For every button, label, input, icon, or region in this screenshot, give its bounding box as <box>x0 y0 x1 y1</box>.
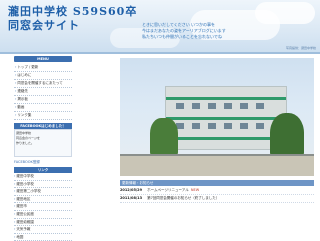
window <box>240 123 248 129</box>
menu-list: ›トップ / 更新 ›はじめに ›同窓会を開催するにあたって ›連絡先 ›掲示板… <box>14 64 72 120</box>
site-title-line2: 同窓会サイト <box>8 19 80 32</box>
link-item-label: 瀧田公民館 <box>16 211 34 216</box>
facebook-box: 瀧田中学校 同窓会のページを 作りました。 <box>14 129 72 157</box>
window <box>256 123 264 129</box>
link-item[interactable]: ›瀧田中学校 <box>14 173 72 181</box>
menu-item-reunion[interactable]: ›同窓会を開催するにあたって <box>14 80 72 88</box>
school-photo <box>120 58 314 176</box>
sidebar: MENU ›トップ / 更新 ›はじめに ›同窓会を開催するにあたって ›連絡先… <box>14 56 72 241</box>
header-message: ときに思いだしてください いつかの事を 今はまだあなたの姿をアーリアブログにいま… <box>142 22 292 40</box>
news-text: ホームページリニューアル <box>147 188 189 192</box>
facebook-text: 作りました。 <box>16 141 35 145</box>
news-heading: 更新情報・お知らせ <box>120 180 314 186</box>
window <box>224 123 232 129</box>
menu-heading: MENU <box>14 56 72 62</box>
window <box>208 103 216 109</box>
window <box>192 103 200 109</box>
building-band <box>166 137 286 140</box>
cloud-decoration <box>255 2 315 24</box>
header-message-line: 私たちいつも仲間がいることを忘れないでね <box>142 34 222 39</box>
tree <box>270 113 304 157</box>
menu-item-contact[interactable]: ›連絡先 <box>14 88 72 96</box>
link-item-label: 天気予報 <box>16 227 31 232</box>
header-divider <box>0 52 320 54</box>
link-item-label: 地図 <box>16 234 24 239</box>
link-item-label: 瀧田市 <box>16 204 27 209</box>
ground <box>120 156 314 176</box>
link-item-label: 瀧田地区 <box>16 196 31 201</box>
menu-item-label: 同窓会を開催するにあたって <box>17 81 63 85</box>
menu-item-video[interactable]: ›動画 <box>14 104 72 112</box>
window <box>192 123 200 129</box>
site-title[interactable]: 瀧田中学校 S59S60卒 同窓会サイト <box>8 5 137 33</box>
link-item[interactable]: ›瀧田地区 <box>14 196 72 204</box>
news-text: 第7回同窓会開催のお知らせ（終了しました） <box>147 196 220 200</box>
window <box>176 103 184 109</box>
link-item-label: 瀧田中学校 <box>16 174 34 178</box>
menu-item-intro[interactable]: ›はじめに <box>14 72 72 80</box>
menu-item-top[interactable]: ›トップ / 更新 <box>14 64 72 72</box>
window <box>224 103 232 109</box>
menu-item-label: トップ / 更新 <box>17 65 39 69</box>
facebook-heading: FACEBOOKはじめました！ <box>14 123 72 129</box>
school-building <box>165 86 287 150</box>
link-item[interactable]: ›瀧田公民館 <box>14 211 72 219</box>
link-item[interactable]: ›天気予報 <box>14 226 72 234</box>
menu-item-board[interactable]: ›掲示板 <box>14 96 72 104</box>
building-band <box>166 97 286 100</box>
tree <box>150 118 178 156</box>
news-date: 2011/08/13 <box>120 196 143 200</box>
new-badge: NEW <box>190 188 200 192</box>
link-item[interactable]: ›瀧田幼稚園 <box>14 219 72 227</box>
site-title-line1: 瀧田中学校 S59S60卒 <box>8 5 138 18</box>
news-list: 2012/05/29 ホームページリニューアル NEW 2011/08/13 第… <box>120 187 314 203</box>
menu-item-label: 動画 <box>17 105 25 109</box>
menu-item-label: 連絡先 <box>17 89 28 93</box>
window <box>208 123 216 129</box>
site-header: 瀧田中学校 S59S60卒 同窓会サイト ときに思いだしてください いつかの事を… <box>0 0 320 52</box>
link-item[interactable]: ›瀧田第二小学校 <box>14 188 72 196</box>
menu-item-links[interactable]: ›リンク集 <box>14 112 72 120</box>
menu-item-label: はじめに <box>17 73 32 77</box>
window <box>240 103 248 109</box>
news-item[interactable]: 2011/08/13 第7回同窓会開催のお知らせ（終了しました） <box>120 195 314 203</box>
link-item-label: 瀧田小学校 <box>16 181 34 186</box>
menu-item-label: リンク集 <box>17 113 32 117</box>
facebook-link[interactable]: FACEBOOK登録 <box>14 159 72 165</box>
menu-item-label: 掲示板 <box>17 97 28 101</box>
building-band <box>166 117 286 120</box>
window <box>256 103 264 109</box>
news-item[interactable]: 2012/05/29 ホームページリニューアル NEW <box>120 187 314 195</box>
link-item[interactable]: ›瀧田小学校 <box>14 181 72 189</box>
news-date: 2012/05/29 <box>120 188 143 192</box>
link-item-label: 瀧田第二小学校 <box>16 189 41 194</box>
link-item-label: 瀧田幼稚園 <box>16 219 34 224</box>
photo-credit: 写真提供：瀧田中学校 <box>285 46 316 50</box>
link-item[interactable]: ›瀧田市 <box>14 203 72 211</box>
